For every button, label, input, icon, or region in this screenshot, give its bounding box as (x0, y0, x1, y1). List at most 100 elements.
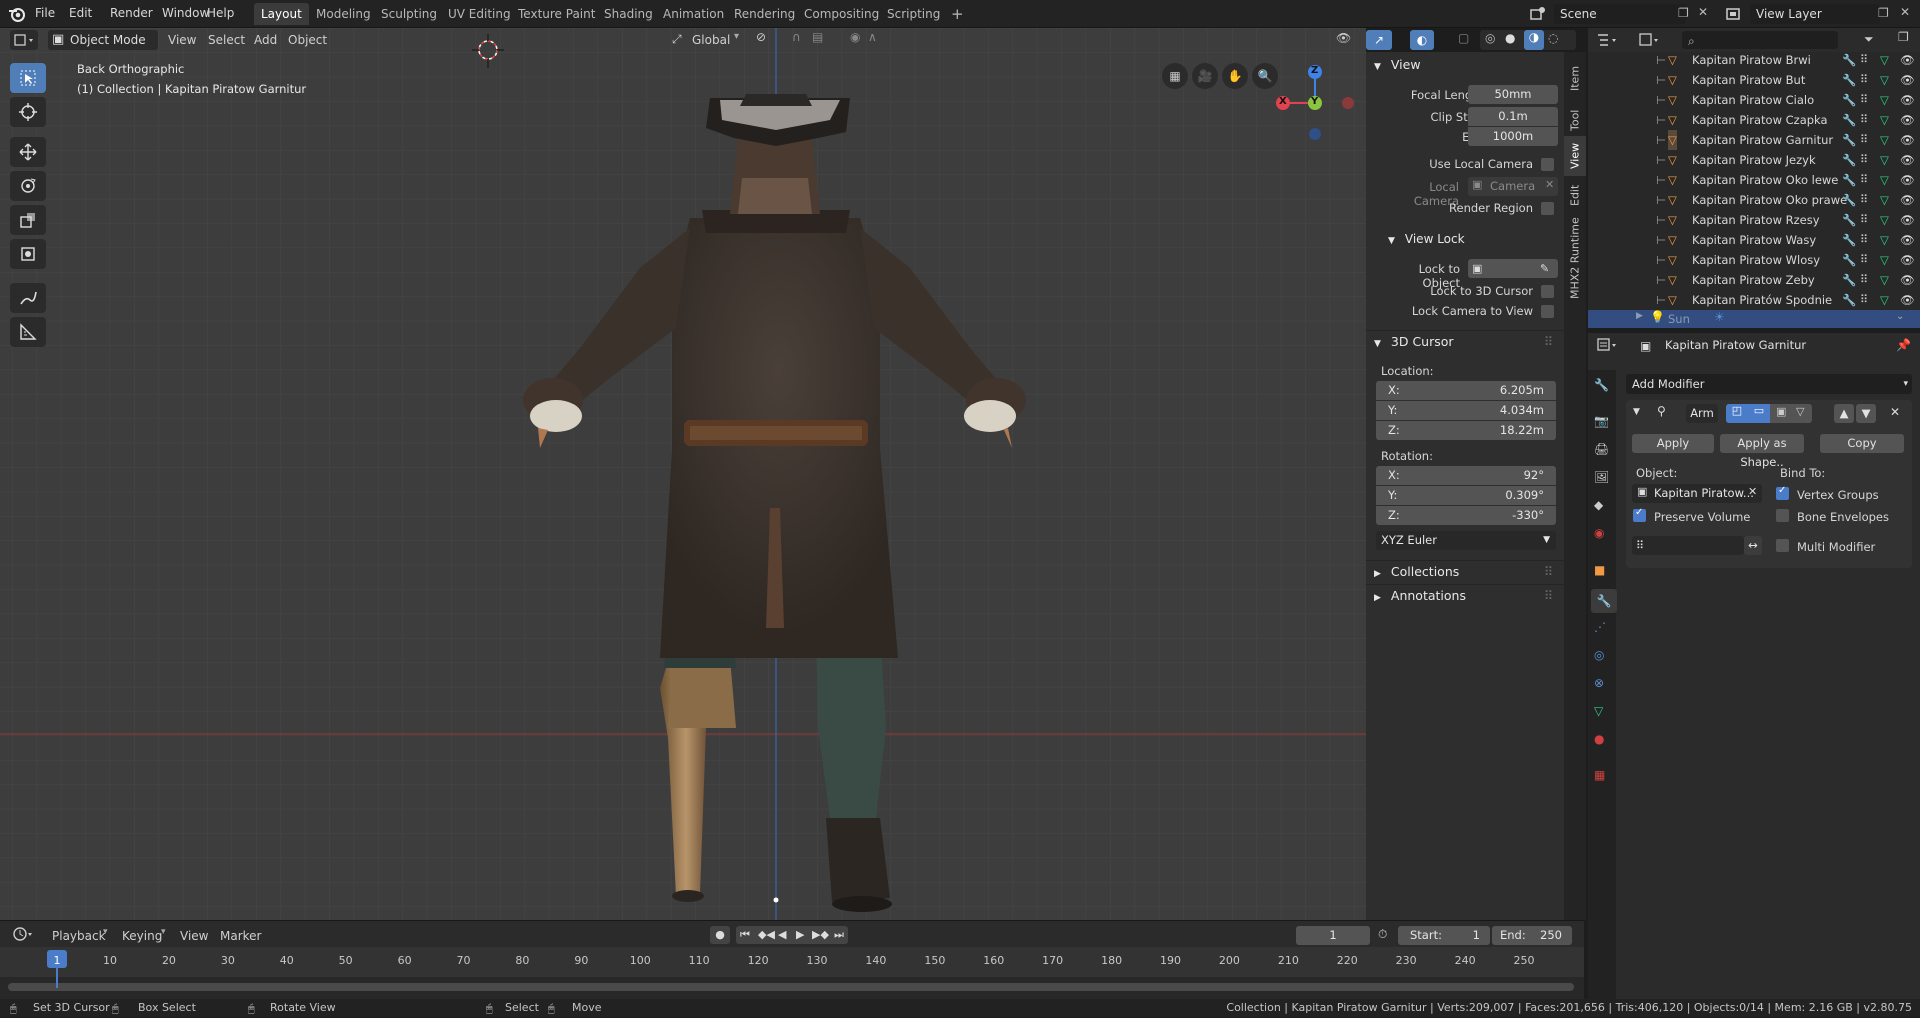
transform-orientation-dropdown[interactable]: Global (692, 30, 730, 50)
timeline-menu-view[interactable]: View (180, 926, 208, 946)
drag-handle-icon[interactable]: ⠿ (1544, 331, 1553, 353)
vertex-group-field[interactable]: ⠿ (1632, 536, 1744, 555)
timeline-menu-playback[interactable]: Playback (52, 926, 106, 946)
menu-file[interactable]: File (35, 6, 55, 20)
add-workspace-button[interactable]: + (944, 3, 971, 25)
expand-arrow-icon[interactable]: ▶ (1636, 311, 1643, 321)
tab-sculpting[interactable]: Sculpting (374, 3, 444, 25)
annotations-header[interactable]: ▶ Annotations ⠿ (1366, 584, 1564, 606)
snap-target-icon[interactable]: ▤ (812, 30, 823, 44)
delete-view-layer-icon[interactable]: ✕ (1900, 5, 1910, 19)
lock-camera-checkbox[interactable] (1541, 305, 1554, 318)
lock-to-object-field[interactable]: ▣ ✎ (1468, 259, 1558, 278)
collections-header[interactable]: ▶ Collections ⠿ (1366, 560, 1564, 582)
move-down-button[interactable]: ▼ (1856, 404, 1876, 423)
blender-logo-icon[interactable] (8, 5, 26, 23)
viewport-toggle-icon[interactable]: ▭ (1748, 404, 1770, 423)
eye-icon[interactable]: 👁 (1900, 270, 1915, 290)
toggle-grid-icon[interactable]: ▦ (1162, 63, 1188, 89)
eye-icon[interactable]: 👁 (1900, 190, 1915, 210)
apply-button[interactable]: Apply (1632, 434, 1714, 453)
tab-rendering[interactable]: Rendering (727, 3, 802, 25)
eye-icon[interactable]: 👁 (1900, 50, 1915, 70)
visibility-icon[interactable]: 👁 (1336, 31, 1351, 45)
eye-icon[interactable]: 👁 (1900, 130, 1915, 150)
rotation-mode-dropdown[interactable]: XYZ Euler ▼ (1376, 531, 1556, 550)
remove-modifier-icon[interactable]: ✕ (1890, 405, 1900, 419)
timeline-editor-type-icon[interactable] (10, 924, 38, 944)
viewport-scene[interactable] (0, 28, 1366, 920)
clear-camera-icon[interactable]: ✕ (1545, 178, 1554, 191)
outliner-item[interactable]: ⊢ ▽ Kapitan Piratow Rzesy 🔧 ⠿ ▽ 👁 (1588, 210, 1920, 230)
jump-end-icon[interactable]: ⏭ (834, 926, 844, 944)
snap-icon[interactable]: ∩ (792, 30, 801, 44)
rendered-shading-icon[interactable]: ◌ (1548, 31, 1558, 45)
timeline-menu-marker[interactable]: Marker (220, 926, 261, 946)
tab-shading[interactable]: Shading (597, 3, 660, 25)
pin-icon[interactable]: 📌 (1896, 338, 1911, 352)
cursor-location-y-field[interactable]: Y: 4.034m (1376, 401, 1556, 420)
3d-viewport[interactable] (0, 28, 1366, 920)
eye-icon[interactable]: 👁 (1900, 150, 1915, 170)
eye-icon[interactable]: 👁 (1900, 110, 1915, 130)
constraints-tab-icon[interactable]: ⊗ (1594, 676, 1604, 690)
cursor-tool[interactable] (10, 97, 46, 127)
clip-start-field[interactable]: 0.1m (1468, 107, 1558, 126)
invert-vertex-group-icon[interactable]: ↔ (1744, 536, 1762, 555)
outliner-item[interactable]: ⊢ ▽ Kapitan Piratow Oko prawe 🔧 ⠿ ▽ 👁 (1588, 190, 1920, 210)
eye-icon[interactable]: 👁 (1900, 290, 1915, 310)
prev-keyframe-icon[interactable]: ◆◀ (758, 926, 775, 944)
edit-mode-toggle-icon[interactable]: ◰ (1726, 404, 1748, 423)
tool-tab-icon[interactable]: 🔧 (1594, 378, 1609, 392)
physics-tab-icon[interactable]: ◎ (1594, 648, 1604, 662)
copy-scene-icon[interactable]: ❐ (1678, 6, 1689, 20)
editor-type-button[interactable] (10, 30, 38, 50)
clip-end-field[interactable]: 1000m (1468, 127, 1558, 146)
outliner-item[interactable]: ⊢ ▽ Kapitan Piratow Oko lewe 🔧 ⠿ ▽ 👁 (1588, 170, 1920, 190)
outliner-item[interactable]: ⊢ ▽ Kapitan Piratow Garnitur 🔧 ⠿ ▽ 👁 (1588, 130, 1920, 150)
tab-edit[interactable]: Edit (1564, 176, 1586, 214)
output-tab-icon[interactable]: 🖨 (1594, 442, 1609, 456)
collapse-arrow-icon[interactable]: ▼ (1633, 407, 1640, 417)
measure-tool[interactable] (10, 317, 46, 347)
tab-item[interactable]: Item (1564, 58, 1586, 98)
viewport-menu-object[interactable]: Object (288, 30, 327, 50)
record-button[interactable]: ● (710, 926, 730, 944)
cursor-rotation-x-field[interactable]: X: 92° (1376, 466, 1556, 485)
outliner-search-input[interactable]: ⌕ (1682, 31, 1838, 49)
tab-compositing[interactable]: Compositing (797, 3, 886, 25)
modifier-name-field[interactable]: Arm (1686, 404, 1718, 423)
timeline-scrollbar[interactable] (8, 983, 1574, 991)
pivot-point-icon[interactable]: ⊘ (756, 30, 766, 44)
transform-tool[interactable] (10, 239, 46, 269)
material-tab-icon[interactable]: ● (1594, 732, 1604, 746)
outliner-editor-type-icon[interactable] (1594, 30, 1622, 50)
scale-tool[interactable] (10, 205, 46, 235)
properties-editor-type-icon[interactable] (1594, 335, 1622, 355)
outliner-item[interactable]: ⊢ ▽ Kapitan Piratow Zeby 🔧 ⠿ ▽ 👁 (1588, 270, 1920, 290)
scene-field[interactable]: Scene (1554, 4, 1686, 24)
modifier-tab-icon[interactable]: 🔧 (1591, 589, 1617, 613)
display-mode-icon[interactable] (1636, 30, 1664, 50)
pan-hand-icon[interactable]: ✋ (1222, 63, 1248, 89)
overlays-toggle-icon[interactable]: ◐ (1410, 30, 1434, 50)
tab-view[interactable]: View (1564, 136, 1586, 176)
solid-shading-icon[interactable]: ● (1505, 31, 1515, 45)
rotate-tool[interactable] (10, 171, 46, 201)
data-tab-icon[interactable]: ▽ (1594, 704, 1603, 718)
chevron-down-icon[interactable]: ⌄ (1896, 311, 1904, 322)
view-lock-header[interactable]: ▼ View Lock (1376, 228, 1564, 250)
eye-icon[interactable]: 👁 (1900, 170, 1915, 190)
eyedropper-icon[interactable]: ✎ (1540, 259, 1549, 278)
filter-icon[interactable]: ⏷ (1864, 32, 1874, 47)
tab-layout[interactable]: Layout (254, 3, 309, 25)
particles-tab-icon[interactable]: ⋰ (1594, 620, 1606, 634)
stopwatch-icon[interactable]: ⏱ (1378, 927, 1387, 942)
timeline-menu-keying[interactable]: Keying (122, 926, 162, 946)
select-box-tool[interactable] (10, 63, 46, 93)
eye-icon[interactable]: 👁 (1900, 210, 1915, 230)
viewport-menu-add[interactable]: Add (254, 30, 277, 50)
annotate-tool[interactable] (10, 283, 46, 313)
copy-modifier-button[interactable]: Copy (1820, 434, 1904, 453)
jump-start-icon[interactable]: ⏮ (740, 926, 750, 944)
